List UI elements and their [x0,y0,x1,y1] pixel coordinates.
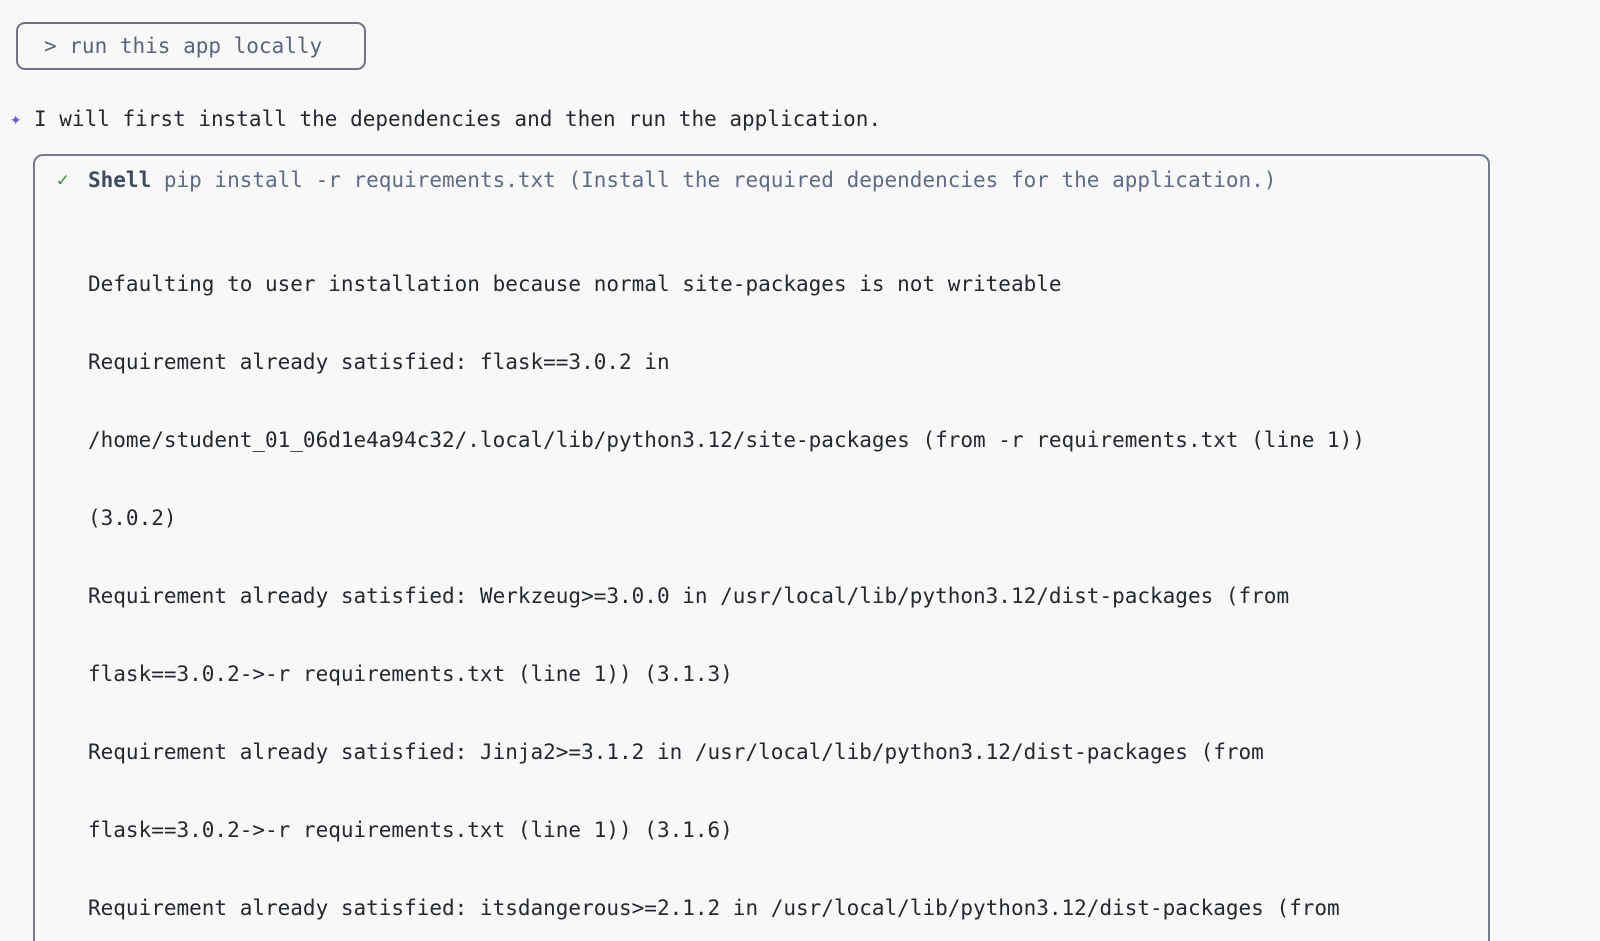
tool-call-header: ✓ Shell pip install -r requirements.txt … [57,167,1468,193]
tool-name: Shell [88,168,151,192]
assistant-message-text: I will first install the dependencies an… [34,106,881,132]
output-line: /home/student_01_06d1e4a94c32/.local/lib… [88,427,1468,453]
output-line: Requirement already satisfied: flask==3.… [88,349,1468,375]
sparkle-icon: ✦ [10,106,34,132]
output-line: Requirement already satisfied: Jinja2>=3… [88,739,1468,765]
tool-command-text: pip install -r requirements.txt (Install… [151,168,1276,192]
output-line: Defaulting to user installation because … [88,271,1468,297]
output-line: Requirement already satisfied: Werkzeug>… [88,583,1468,609]
tool-call-shell-pip-install: ✓ Shell pip install -r requirements.txt … [33,154,1490,941]
success-check-icon: ✓ [57,167,88,193]
user-prompt-history-box: > run this app locally [16,22,366,70]
output-line: flask==3.0.2->-r requirements.txt (line … [88,817,1468,843]
terminal-session: > run this app locally ✦ I will first in… [0,0,1600,941]
output-line: (3.0.2) [88,505,1468,531]
output-line: flask==3.0.2->-r requirements.txt (line … [88,661,1468,687]
assistant-message: ✦ I will first install the dependencies … [10,106,1584,132]
tool-command: Shell pip install -r requirements.txt (I… [88,167,1276,193]
tool-output: Defaulting to user installation because … [88,219,1468,941]
output-line: Requirement already satisfied: itsdanger… [88,895,1468,921]
